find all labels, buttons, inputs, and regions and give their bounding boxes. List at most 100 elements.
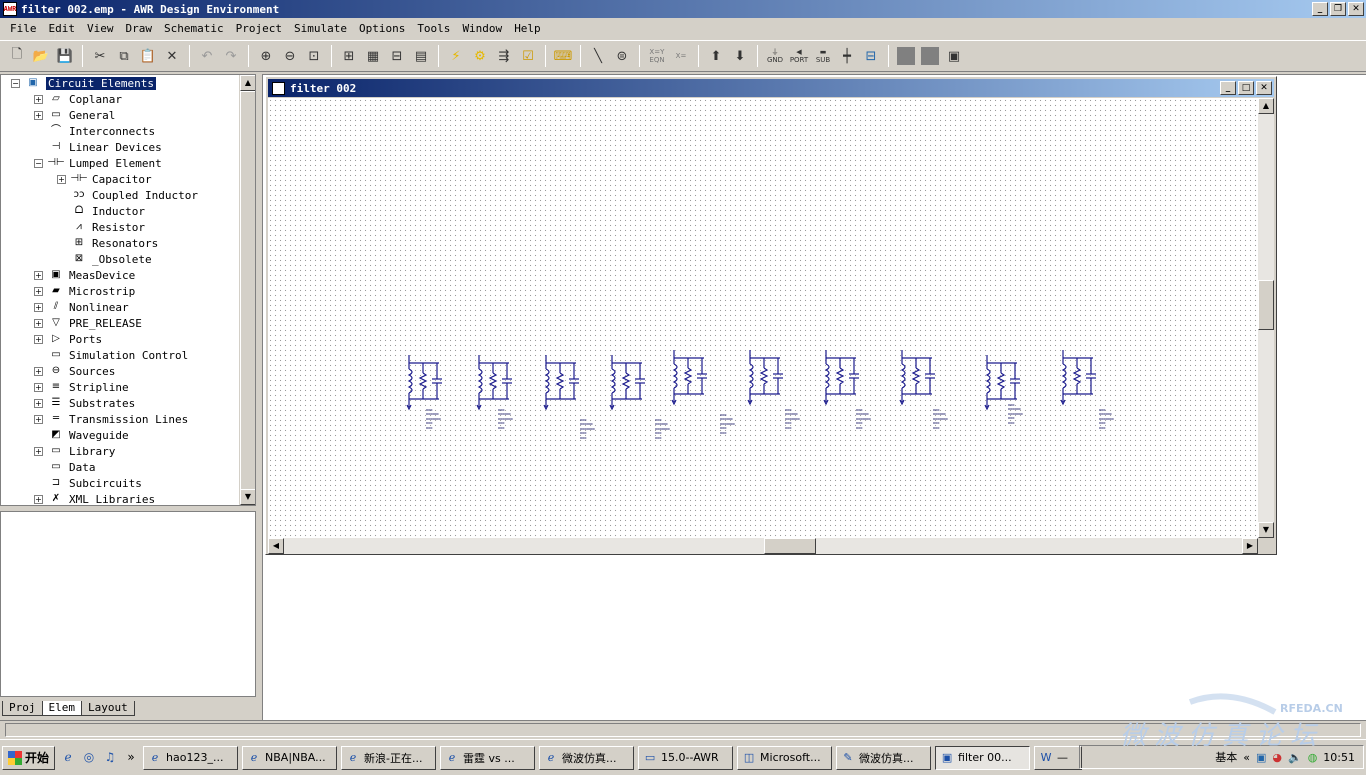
resonator-element[interactable] <box>403 353 443 413</box>
scripts-icon[interactable]: ⌨ <box>552 45 574 67</box>
canvas-hscroll-thumb[interactable] <box>764 538 816 554</box>
tree-item-inductor[interactable]: ᗝ Inductor <box>57 203 145 219</box>
tree-item-stripline[interactable]: + ≡ Stripline <box>34 379 129 395</box>
tab-layout[interactable]: Layout <box>81 701 135 716</box>
tree-item-data[interactable]: ▭ Data <box>34 459 95 475</box>
tree-item-capacitor[interactable]: + ⊣⊢ Capacitor <box>57 171 152 187</box>
add-schematic-icon[interactable]: ⊞ <box>338 45 360 67</box>
cut-icon[interactable]: ✂ <box>89 45 111 67</box>
security-icon[interactable]: ◍ <box>1308 751 1318 764</box>
tree-scrollbar[interactable]: ▲ ▼ <box>239 75 255 505</box>
equation-icon[interactable]: X=Y EQN <box>646 45 668 67</box>
restore-button[interactable]: ❐ <box>1330 2 1346 16</box>
tree-item-measdevice[interactable]: + ▣ MeasDevice <box>34 267 135 283</box>
ie-quicklaunch-icon[interactable]: ℯ <box>60 750 76 766</box>
scroll-up-icon[interactable]: ▲ <box>240 75 255 91</box>
up-icon[interactable]: ⬆ <box>705 45 727 67</box>
taskbar-task[interactable]: W — <box>1034 745 1083 770</box>
network-icon[interactable]: ▣ <box>1256 751 1266 764</box>
canvas-scroll-left-icon[interactable]: ◀ <box>268 538 284 554</box>
minimize-button[interactable]: _ <box>1312 2 1328 16</box>
awr-app-icon[interactable]: AWR <box>3 2 17 16</box>
menu-schematic[interactable]: Schematic <box>158 22 230 35</box>
tree-item-nonlinear[interactable]: + ⫽ Nonlinear <box>34 299 129 315</box>
quicklaunch-more-icon[interactable]: » <box>123 750 139 766</box>
start-button[interactable]: 开始 <box>2 745 56 770</box>
tree-item-interconnects[interactable]: ⌒ Interconnects <box>34 123 155 139</box>
browser-quicklaunch-icon[interactable]: ◎ <box>81 750 97 766</box>
tree-item-coupled-inductor[interactable]: ↄↄ Coupled Inductor <box>57 187 198 203</box>
save-icon[interactable]: 💾 <box>54 45 76 67</box>
expand-icon[interactable]: + <box>34 446 43 456</box>
view-all-icon[interactable]: ⊡ <box>303 45 325 67</box>
expand-icon[interactable]: + <box>34 382 43 392</box>
taskbar-task[interactable]: ℯ 微波仿真... <box>539 745 635 770</box>
resonator-element[interactable] <box>473 353 513 413</box>
delete-icon[interactable]: ✕ <box>161 45 183 67</box>
layer1-icon[interactable] <box>895 45 917 67</box>
tree-item-resonators[interactable]: ⊞ Resonators <box>57 235 158 251</box>
variable-icon[interactable]: X= <box>670 45 692 67</box>
scroll-down-icon[interactable]: ▼ <box>240 489 255 505</box>
tree-item-coplanar[interactable]: + ▱ Coplanar <box>34 91 122 107</box>
tree-item-microstrip[interactable]: + ▰ Microstrip <box>34 283 135 299</box>
schematic-title-bar[interactable]: filter 002 _ □ ✕ <box>268 79 1274 97</box>
add-layout-icon[interactable]: ▤ <box>410 45 432 67</box>
resonator-element[interactable] <box>1057 348 1097 408</box>
open-icon[interactable]: 📂 <box>30 45 52 67</box>
taskbar-task[interactable]: ✎ 微波仿真... <box>836 745 932 770</box>
tray-expand-icon[interactable]: « <box>1243 751 1250 764</box>
expand-icon[interactable]: + <box>34 302 43 312</box>
sub-icon[interactable]: ▬ SUB <box>812 45 834 67</box>
tree-item-lumped-element[interactable]: − ⊣⊢ Lumped Element <box>34 155 162 171</box>
canvas-hscrollbar[interactable]: ◀ ▶ <box>268 538 1258 554</box>
new-icon[interactable]: 🗋 <box>6 45 28 67</box>
menu-window[interactable]: Window <box>456 22 508 35</box>
collapse-icon[interactable]: − <box>11 78 20 88</box>
tree-item-waveguide[interactable]: ◩ Waveguide <box>34 427 128 443</box>
menu-tools[interactable]: Tools <box>411 22 456 35</box>
tree-item-xml-libraries[interactable]: + ✗ XML Libraries <box>34 491 155 505</box>
wire-icon[interactable]: ╲ <box>587 45 609 67</box>
expand-icon[interactable]: + <box>34 318 43 328</box>
tree-scroll-thumb[interactable] <box>240 91 255 491</box>
qq-icon[interactable]: ◕ <box>1272 751 1282 764</box>
canvas-vscrollbar[interactable]: ▲ ▼ <box>1258 98 1274 538</box>
tree-item-simulation-control[interactable]: ▭ Simulation Control <box>34 347 188 363</box>
collapse-icon[interactable]: − <box>34 158 43 168</box>
menu-file[interactable]: File <box>4 22 43 35</box>
optimize-icon[interactable]: ⇶ <box>493 45 515 67</box>
taskbar-task[interactable]: ◫ Microsoft... <box>737 745 833 770</box>
redo-icon[interactable]: ↷ <box>220 45 242 67</box>
tree-item-subcircuits[interactable]: ⊐ Subcircuits <box>34 475 142 491</box>
menu-edit[interactable]: Edit <box>43 22 82 35</box>
canvas-scroll-down-icon[interactable]: ▼ <box>1258 522 1274 538</box>
menu-simulate[interactable]: Simulate <box>288 22 353 35</box>
menu-view[interactable]: View <box>81 22 120 35</box>
layer2-icon[interactable] <box>919 45 941 67</box>
bus-icon[interactable]: ┿ <box>836 45 858 67</box>
menu-project[interactable]: Project <box>230 22 288 35</box>
gnd-icon[interactable]: ⏚ GND <box>764 45 786 67</box>
tree-item-ports[interactable]: + ▷ Ports <box>34 331 102 347</box>
tab-elem[interactable]: Elem <box>41 701 82 716</box>
tree-item-library[interactable]: + ▭ Library <box>34 443 115 459</box>
port-icon[interactable]: ◀ PORT <box>788 45 810 67</box>
canvas-vscroll-thumb[interactable] <box>1258 280 1274 330</box>
expand-icon[interactable]: + <box>34 494 43 504</box>
resonator-element[interactable] <box>668 348 708 408</box>
ime-indicator[interactable]: 基本 <box>1215 749 1237 765</box>
tree-item--obsolete[interactable]: ⊠ _Obsolete <box>57 251 152 267</box>
expand-icon[interactable]: + <box>34 334 43 344</box>
taskbar-task[interactable]: ℯ NBA|NBA... <box>242 745 338 770</box>
schematic-canvas[interactable]: ▬▬▬ ▬▬▬▬▬▬ ▬▬▬▬▬▬▬ ▬▬▬ ▬▬▬ ▬▬▬ ▬▬▬▬▬▬ ▬▬▬▬▬▬▬ ▬▬… <box>268 98 1258 538</box>
down-icon[interactable]: ⬇ <box>729 45 751 67</box>
expand-icon[interactable]: + <box>57 174 66 184</box>
tree-item-linear-devices[interactable]: ⊣ Linear Devices <box>34 139 162 155</box>
expand-icon[interactable]: + <box>34 94 43 104</box>
tab-proj[interactable]: Proj <box>2 701 43 716</box>
expand-icon[interactable]: + <box>34 398 43 408</box>
taskbar-task[interactable]: ℯ 新浪-正在... <box>341 745 437 770</box>
resonator-element[interactable] <box>540 353 580 413</box>
tree-item-pre-release[interactable]: + ▽ PRE_RELEASE <box>34 315 142 331</box>
